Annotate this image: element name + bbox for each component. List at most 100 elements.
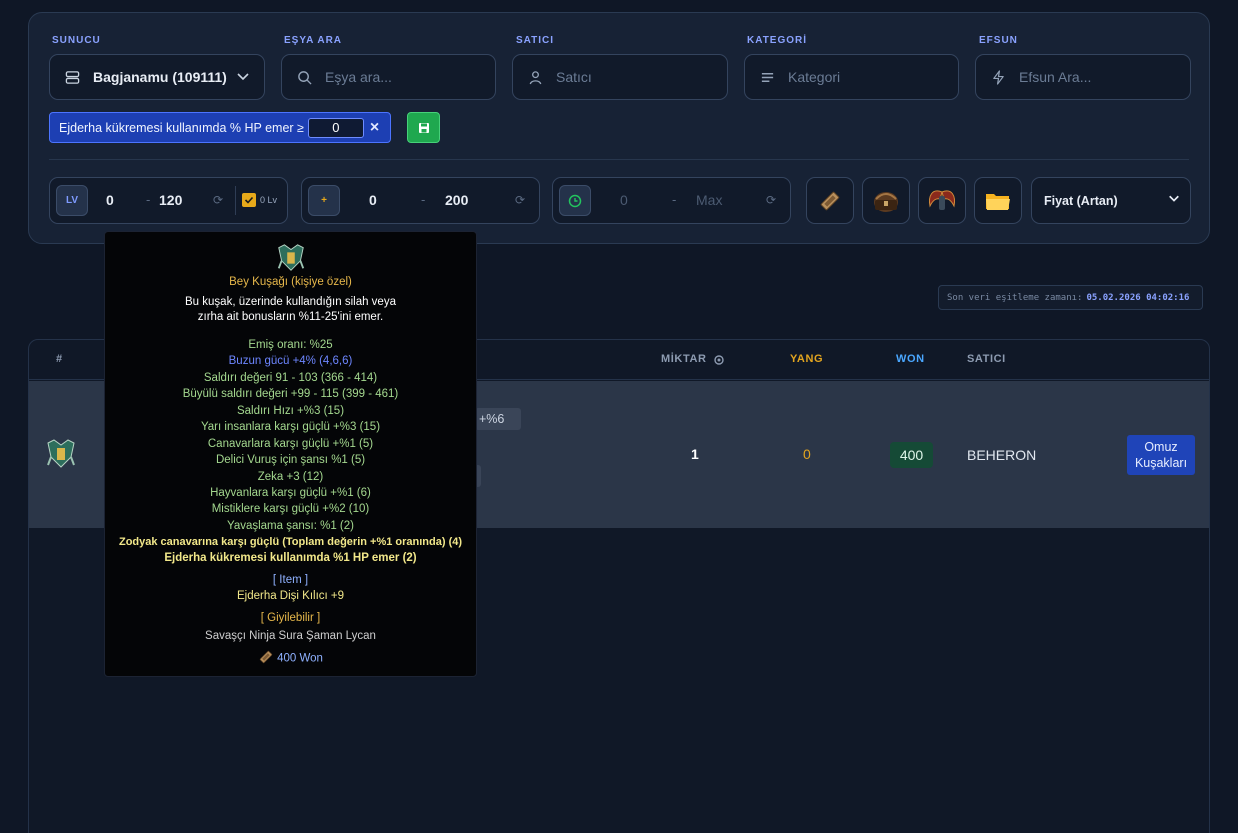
- plus-range: + 0 - 200 ⟳: [301, 177, 540, 224]
- absorb-rate: Emiş oranı: %25: [248, 339, 333, 351]
- list-icon: [758, 68, 776, 86]
- wearable-header: [ Giyilebilir ]: [260, 612, 321, 624]
- wearable-classes: Savaşçı Ninja Sura Şaman Lycan: [205, 630, 376, 642]
- chip-value-input[interactable]: 0: [307, 117, 364, 138]
- sync-time: 05.02.2026 04:02:16: [1086, 292, 1190, 303]
- wing-filter-button[interactable]: [918, 177, 966, 224]
- close-icon[interactable]: ×: [370, 119, 379, 137]
- chevron-down-icon: [236, 69, 250, 88]
- clock-badge: [559, 185, 591, 216]
- seller-label: SATICI: [516, 35, 555, 46]
- item-section-header: [ Item ]: [272, 574, 309, 586]
- reset-icon[interactable]: ⟳: [766, 193, 776, 207]
- separator: [235, 186, 236, 215]
- sync-label: Son veri eşitleme zamanı:: [947, 292, 1083, 303]
- gear-icon[interactable]: [713, 353, 725, 371]
- header-yang[interactable]: YANG: [790, 353, 823, 365]
- plus-badge: +: [308, 185, 340, 216]
- category-placeholder: Kategori: [788, 69, 841, 85]
- range-dash: -: [421, 192, 426, 207]
- header-won[interactable]: WON: [896, 353, 925, 365]
- save-icon: [418, 122, 429, 133]
- server-value: Bagjanamu (109111): [93, 69, 227, 85]
- won-bill-icon: [258, 649, 274, 668]
- header-index: #: [56, 353, 63, 365]
- time-max-input[interactable]: Max: [696, 192, 722, 208]
- clock-icon: [568, 194, 582, 207]
- bonus-placeholder: Efsun Ara...: [1019, 69, 1092, 85]
- attr-line: Saldırı Hızı +%3 (15): [236, 405, 345, 417]
- zero-lv-checkbox[interactable]: [242, 193, 256, 207]
- lightning-icon: [989, 68, 1007, 86]
- seller-input[interactable]: Satıcı: [512, 54, 728, 100]
- item-description: zırha ait bonusların %11-25'ini emer.: [197, 311, 384, 323]
- chest-icon: [874, 191, 898, 212]
- seller-placeholder: Satıcı: [556, 69, 592, 85]
- time-min-input[interactable]: 0: [620, 192, 628, 208]
- server-label: SUNUCU: [52, 35, 101, 46]
- plus-min-input[interactable]: 0: [369, 192, 377, 208]
- divider: [49, 159, 1189, 160]
- folder-button[interactable]: [974, 177, 1022, 224]
- yang-cell: 0: [803, 446, 811, 462]
- level-max-input[interactable]: 120: [159, 192, 182, 208]
- category-line2: Kuşakları: [1134, 456, 1188, 470]
- filter-panel: SUNUCU EŞYA ARA SATICI KATEGORİ EFSUN Ba…: [28, 12, 1210, 244]
- attr-line: Hayvanlara karşı güçlü +%1 (6): [210, 487, 371, 499]
- ice-power: Buzun gücü +4% (4,6,6): [228, 355, 353, 367]
- item-description: Bu kuşak, üzerinde kullandığın silah vey…: [185, 296, 396, 308]
- belt-icon: [275, 242, 307, 277]
- item-name: Bey Kuşağı (kişiye özel): [229, 276, 352, 288]
- item-search-placeholder: Eşya ara...: [325, 69, 392, 85]
- attr-line: Delici Vuruş için şansı %1 (5): [215, 454, 366, 466]
- category-label: KATEGORİ: [747, 35, 808, 46]
- attr-line: Yarı insanlara karşı güçlü +%3 (15): [200, 421, 381, 433]
- range-dash: -: [672, 192, 677, 207]
- server-icon: [63, 68, 81, 86]
- search-icon: [295, 68, 313, 86]
- seller-cell[interactable]: BEHERON: [967, 447, 1036, 463]
- bonus-label: EFSUN: [979, 35, 1018, 46]
- absorbed-item: Ejderha Dişi Kılıcı +9: [236, 590, 345, 602]
- won-bill-icon: [820, 191, 840, 210]
- active-filter-chip: Ejderha kükremesi kullanımda % HP emer ≥…: [49, 112, 391, 143]
- level-range: LV 0 - 120 ⟳ 0 Lv: [49, 177, 288, 224]
- reset-icon[interactable]: ⟳: [213, 193, 223, 207]
- chest-filter-button[interactable]: [862, 177, 910, 224]
- quantity-cell: 1: [691, 446, 699, 462]
- header-quantity[interactable]: MİKTAR: [661, 353, 707, 365]
- reset-icon[interactable]: ⟳: [515, 193, 525, 207]
- header-seller[interactable]: SATICI: [967, 353, 1006, 365]
- time-range: 0 - Max ⟳: [552, 177, 791, 224]
- category-button[interactable]: Omuz Kuşakları: [1127, 435, 1195, 475]
- won-filter-button[interactable]: [806, 177, 854, 224]
- wings-icon: [929, 190, 955, 210]
- level-badge: LV: [56, 185, 88, 216]
- attr-line: Saldırı değeri 91 - 103 (366 - 414): [203, 372, 378, 384]
- save-button[interactable]: [407, 112, 440, 143]
- bonus-tag: +%6: [475, 408, 521, 430]
- tooltip-price: 400 Won: [105, 649, 476, 668]
- category-line1: Omuz: [1144, 440, 1178, 454]
- special-attr: Ejderha kükremesi kullanımda %1 HP emer …: [164, 552, 417, 564]
- server-select[interactable]: Bagjanamu (109111): [49, 54, 265, 100]
- price-value: 400 Won: [277, 652, 323, 665]
- sort-select[interactable]: Fiyat (Artan): [1031, 177, 1191, 224]
- attr-line: Yavaşlama şansı: %1 (2): [227, 520, 354, 532]
- chip-label: Ejderha kükremesi kullanımda % HP emer ≥: [59, 120, 304, 135]
- range-dash: -: [146, 192, 151, 207]
- item-tooltip: Bey Kuşağı (kişiye özel) Bu kuşak, üzeri…: [104, 231, 477, 677]
- plus-max-input[interactable]: 200: [445, 192, 468, 208]
- attr-line: Mistiklere karşı güçlü +%2 (10): [211, 503, 370, 515]
- item-search-input[interactable]: Eşya ara...: [281, 54, 496, 100]
- user-icon: [526, 68, 544, 86]
- check-icon: [244, 196, 254, 204]
- sync-status: Son veri eşitleme zamanı: 05.02.2026 04:…: [938, 285, 1203, 310]
- belt-icon: [44, 437, 78, 476]
- bonus-input[interactable]: Efsun Ara...: [975, 54, 1191, 100]
- level-min-input[interactable]: 0: [106, 192, 114, 208]
- item-search-label: EŞYA ARA: [284, 35, 343, 46]
- category-input[interactable]: Kategori: [744, 54, 959, 100]
- zero-lv-label: 0 Lv: [260, 195, 278, 205]
- attr-line: Canavarlara karşı güçlü +%1 (5): [207, 438, 374, 450]
